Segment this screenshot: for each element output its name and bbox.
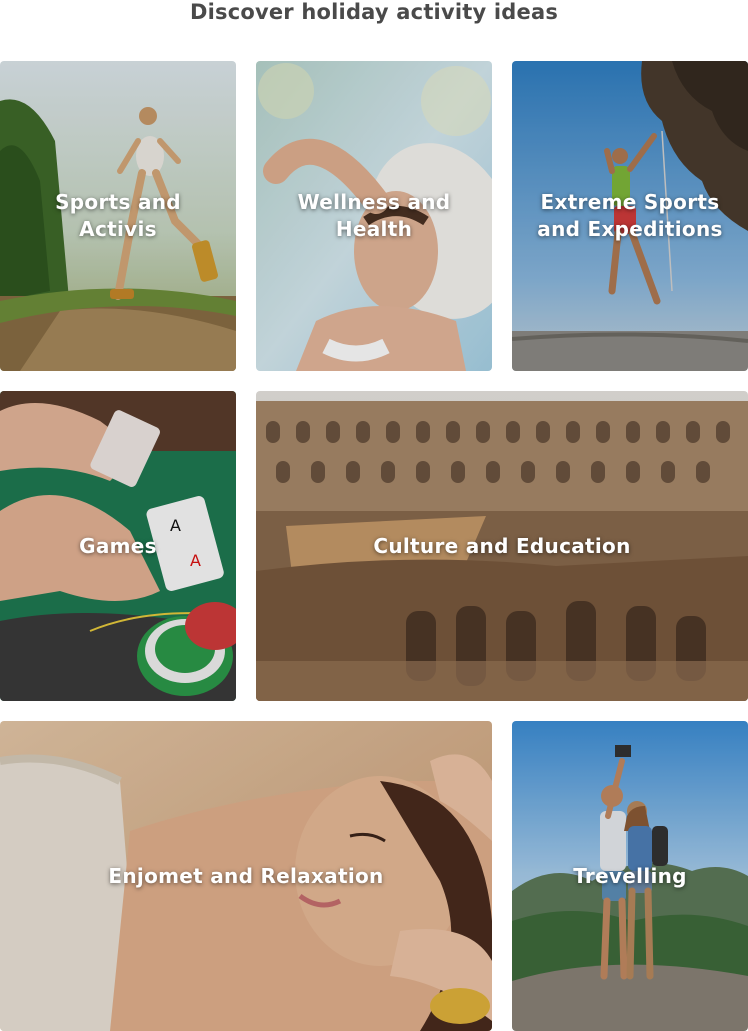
tile-extreme-sports[interactable]: Extreme Sports and Expeditions (512, 61, 748, 371)
tile-label: Enjomet and Relaxation (108, 863, 384, 888)
tile-enjoyment-and-relaxation[interactable]: Enjomet and Relaxation (0, 721, 492, 1031)
page-title: Discover holiday activity ideas (189, 0, 559, 24)
tile-label: Sports and Activis (55, 190, 181, 241)
tile-sports-and-activities[interactable]: Sports and Activis (0, 61, 236, 371)
tile-label: Culture and Education (373, 533, 631, 558)
tile-label: Extreme Sports and Expeditions (537, 190, 723, 241)
tile-label: Wellness and Health (297, 190, 451, 241)
tile-label: Games (79, 533, 157, 558)
tile-wellness-and-health[interactable]: Wellness and Health (256, 61, 492, 371)
tile-label: Trevelling (573, 863, 687, 888)
tile-culture-and-education[interactable]: Culture and Education (256, 391, 748, 701)
tile-travelling[interactable]: Trevelling (512, 721, 748, 1031)
tile-games[interactable]: A A Games (0, 391, 236, 701)
